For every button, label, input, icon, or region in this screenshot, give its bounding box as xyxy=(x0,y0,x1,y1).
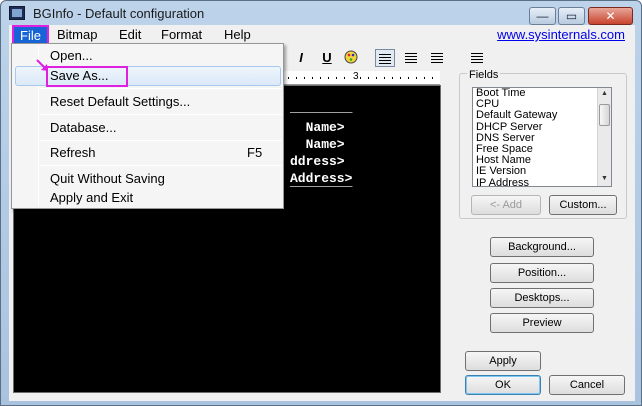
menu-bar: File Bitmap Edit Format Help www.sysinte… xyxy=(9,25,635,45)
menu-item-open[interactable]: Open... xyxy=(50,48,93,63)
editor-line: ________ xyxy=(290,100,353,115)
position-button[interactable]: Position... xyxy=(490,263,594,283)
align-right-icon[interactable] xyxy=(427,49,447,67)
refresh-shortcut: F5 xyxy=(247,145,263,160)
editor-line: ddress> xyxy=(290,154,345,169)
menu-separator xyxy=(40,165,282,166)
list-item[interactable]: IE Version xyxy=(473,166,611,177)
maximize-icon: ▭ xyxy=(565,9,578,23)
fields-scrollbar[interactable]: ▲ ▼ xyxy=(597,88,611,186)
list-item[interactable]: Default Gateway xyxy=(473,110,611,121)
menu-separator xyxy=(40,88,282,89)
add-field-button[interactable]: <- Add xyxy=(471,195,541,215)
preview-button[interactable]: Preview xyxy=(490,313,594,333)
sysinternals-link[interactable]: www.sysinternals.com xyxy=(497,27,625,42)
menu-item-quit-without-saving[interactable]: Quit Without Saving xyxy=(50,171,165,186)
align-center-icon[interactable] xyxy=(401,49,421,67)
scroll-down-icon[interactable]: ▼ xyxy=(598,173,611,185)
menu-file[interactable]: File xyxy=(12,25,49,45)
minimize-button[interactable]: — xyxy=(529,7,556,25)
menu-format[interactable]: Format xyxy=(157,27,206,42)
bullets-icon[interactable] xyxy=(467,49,487,67)
ruler-number: 3 xyxy=(352,71,360,82)
menu-item-reset-defaults[interactable]: Reset Default Settings... xyxy=(50,94,190,109)
custom-field-button[interactable]: Custom... xyxy=(549,195,617,215)
list-item[interactable]: IP Address xyxy=(473,177,611,186)
underline-button[interactable]: U xyxy=(317,49,337,67)
editor-line: Name> xyxy=(290,120,345,135)
menu-bitmap[interactable]: Bitmap xyxy=(53,27,101,42)
minimize-icon: — xyxy=(536,9,549,23)
editor-line: Name> xyxy=(290,137,345,152)
background-button[interactable]: Background... xyxy=(490,237,594,257)
file-menu-dropdown: Open... Save As... Reset Default Setting… xyxy=(11,43,284,209)
menu-help[interactable]: Help xyxy=(220,27,255,42)
ruler: 3 xyxy=(284,71,440,85)
menu-separator xyxy=(40,140,282,141)
window-title: BGInfo - Default configuration xyxy=(33,6,205,21)
desktops-button[interactable]: Desktops... xyxy=(490,288,594,308)
menu-separator xyxy=(40,114,282,115)
fields-label: Fields xyxy=(467,69,501,81)
italic-button[interactable]: I xyxy=(291,49,311,67)
apply-button[interactable]: Apply xyxy=(465,351,541,371)
maximize-button[interactable]: ▭ xyxy=(558,7,585,25)
scroll-thumb[interactable] xyxy=(599,104,610,126)
menu-edit[interactable]: Edit xyxy=(115,27,145,42)
bginfo-app-icon xyxy=(9,6,25,20)
align-left-icon[interactable] xyxy=(375,49,395,67)
save-as-highlight-box xyxy=(46,66,128,87)
ok-button[interactable]: OK xyxy=(465,375,541,395)
menu-item-apply-and-exit[interactable]: Apply and Exit xyxy=(50,190,133,205)
fields-list[interactable]: Boot Time CPU Default Gateway DHCP Serve… xyxy=(472,87,612,187)
menu-item-refresh[interactable]: Refresh xyxy=(50,145,96,160)
scroll-up-icon[interactable]: ▲ xyxy=(598,88,611,100)
editor-line: ________ xyxy=(290,174,353,189)
pointer-arrow-icon xyxy=(36,59,48,71)
close-button[interactable]: ✕ xyxy=(588,7,633,25)
close-icon: ✕ xyxy=(605,9,616,23)
title-bar: BGInfo - Default configuration — ▭ ✕ xyxy=(1,1,641,25)
cancel-button[interactable]: Cancel xyxy=(549,375,625,395)
color-picker-icon[interactable] xyxy=(341,49,361,67)
menu-item-database[interactable]: Database... xyxy=(50,120,117,135)
window-frame: BGInfo - Default configuration — ▭ ✕ Fil… xyxy=(0,0,642,406)
